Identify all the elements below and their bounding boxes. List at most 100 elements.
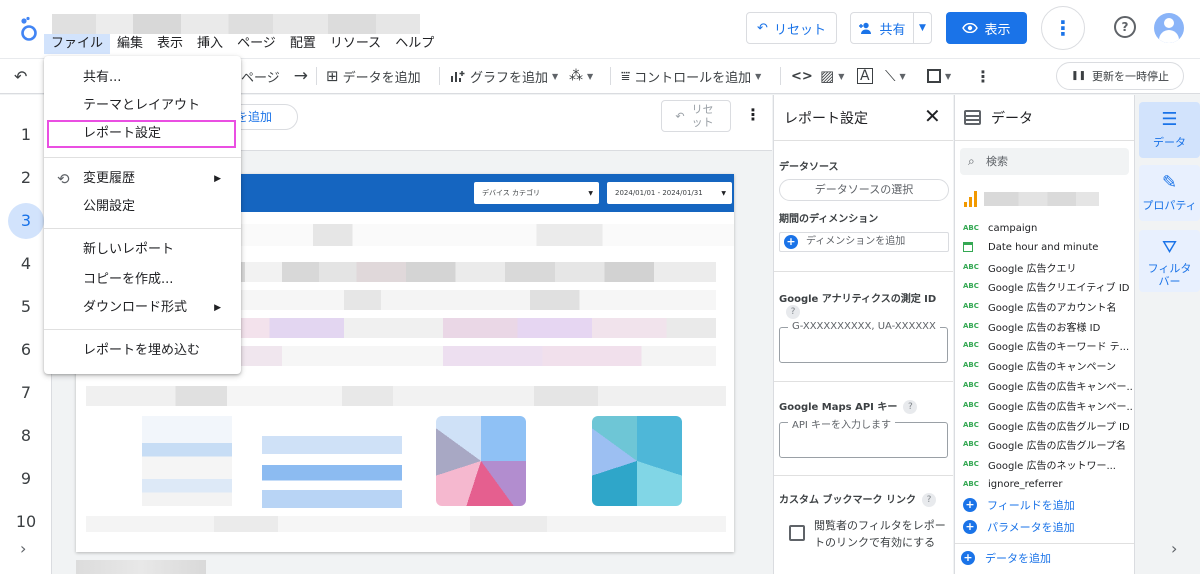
help-button[interactable]: ?: [1114, 16, 1136, 38]
bookmark-checkbox[interactable]: [789, 525, 805, 541]
menu-help[interactable]: ヘルプ: [388, 34, 441, 54]
tab-filter-bar[interactable]: ⛛ フィルタバー: [1139, 230, 1200, 292]
add-control-button[interactable]: ⩸ コントロールを追加 ▼: [621, 59, 761, 93]
menu-page[interactable]: ページ: [230, 34, 283, 54]
add-control-label: コントロールを追加: [634, 70, 752, 86]
menu-view[interactable]: 表示: [150, 34, 190, 54]
page-item-1[interactable]: 1: [8, 117, 44, 153]
page-item-8[interactable]: 8: [8, 418, 44, 454]
insert-line-button[interactable]: ⟍ ▼: [885, 59, 906, 93]
report-title-redacted[interactable]: [52, 14, 420, 34]
device-category-filter[interactable]: デバイス カテゴリ ▼: [474, 182, 599, 204]
field-search-input[interactable]: ⌕ 検索: [960, 148, 1129, 175]
field-item[interactable]: Date hour and minute: [963, 238, 1133, 256]
community-viz-button[interactable]: ⁂ ▼: [569, 59, 593, 93]
field-item[interactable]: ABC Google 広告の広告キャンペー...: [963, 396, 1133, 414]
add-circle-icon: +: [961, 551, 975, 565]
insert-text-button[interactable]: A: [857, 59, 873, 93]
maps-api-key-input[interactable]: API キーを入力します: [779, 416, 948, 458]
field-item[interactable]: ABC Google 広告クエリ: [963, 258, 1133, 276]
device-category-label: デバイス カテゴリ: [482, 189, 541, 197]
share-button[interactable]: 共有: [851, 13, 913, 43]
page-item-5[interactable]: 5: [8, 289, 44, 325]
menu-item-version-history[interactable]: ⟲ 変更履歴 ▶: [44, 165, 241, 193]
add-field-button[interactable]: + フィールドを追加: [963, 496, 1075, 514]
field-item[interactable]: ABC Google 広告クリエイティブ ID: [963, 277, 1133, 295]
ga-measurement-id-input[interactable]: G-XXXXXXXXXX, UA-XXXXXX: [779, 321, 948, 363]
field-item[interactable]: ABC Google 広告のキャンペーン: [963, 356, 1133, 374]
toolbar-more-button[interactable]: ⋮: [975, 59, 991, 93]
page-item-9[interactable]: 9: [8, 461, 44, 497]
page-item-4[interactable]: 4: [8, 246, 44, 282]
date-range-control[interactable]: 2024/01/01 - 2024/01/31 ▼: [607, 182, 732, 204]
help-icon[interactable]: ?: [921, 493, 936, 507]
insert-shape-button[interactable]: ▼: [927, 59, 951, 93]
tab-data[interactable]: ☰ データ: [1139, 102, 1200, 158]
looker-studio-logo[interactable]: [18, 16, 40, 42]
field-item[interactable]: ABC Google 広告のネットワー...: [963, 455, 1133, 473]
add-data-button[interactable]: ⊞ データを追加: [326, 59, 421, 93]
menu-arrange[interactable]: 配置: [283, 34, 323, 54]
text-type-icon: ABC: [963, 361, 979, 369]
reset-button[interactable]: ↶ リセット: [746, 12, 837, 44]
select-data-source-button[interactable]: データソースの選択: [779, 179, 949, 201]
menu-item-new-report[interactable]: 新しいレポート: [44, 236, 241, 264]
field-item[interactable]: ABC Google 広告のキーワード テ...: [963, 336, 1133, 354]
page-item-10[interactable]: 10: [8, 504, 44, 540]
canvas-more-button[interactable]: ⋮: [745, 105, 761, 124]
add-circle-icon: +: [963, 520, 977, 534]
help-icon[interactable]: ?: [903, 400, 918, 414]
menu-item-theme-layout[interactable]: テーマとレイアウト: [44, 92, 241, 120]
menu-item-download-format[interactable]: ダウンロード形式 ▶: [44, 294, 241, 322]
add-parameter-button[interactable]: + パラメータを追加: [963, 518, 1075, 536]
control-icon: ⩸: [621, 67, 631, 85]
field-item[interactable]: ABC ignore_referrer: [963, 475, 1133, 493]
view-button[interactable]: 表示: [946, 12, 1027, 44]
field-item[interactable]: ABC Google 広告の広告グループ名: [963, 435, 1133, 453]
text-type-icon: ABC: [963, 460, 979, 468]
add-data-button[interactable]: + データを追加: [961, 549, 1051, 567]
undo-button[interactable]: ↶: [14, 59, 27, 93]
embed-code-button[interactable]: <>: [791, 59, 813, 93]
field-item[interactable]: ABC Google 広告の広告キャンペー...: [963, 376, 1133, 394]
account-avatar[interactable]: [1154, 13, 1184, 43]
more-options-button[interactable]: ⋮: [1041, 6, 1085, 50]
add-chart-button[interactable]: グラフを追加 ▼: [450, 59, 558, 93]
table-icon: [964, 110, 981, 125]
field-item[interactable]: ABC Google 広告の広告グループ ID: [963, 416, 1133, 434]
redacted-canvas-footer: [76, 560, 206, 574]
menu-item-share[interactable]: 共有...: [44, 64, 241, 92]
close-panel-button[interactable]: ✕: [924, 104, 941, 128]
text-type-icon: ABC: [963, 381, 979, 389]
menu-item-make-copy[interactable]: コピーを作成...: [44, 266, 241, 294]
text-type-icon: ABC: [963, 341, 979, 349]
canvas-reset-button[interactable]: ↶ リセット: [661, 100, 731, 132]
menu-edit[interactable]: 編集: [110, 34, 150, 54]
tab-properties[interactable]: ✎ プロパティ: [1139, 165, 1200, 221]
page-item-2[interactable]: 2: [8, 160, 44, 196]
pause-updates-button[interactable]: ❚❚ 更新を一時停止: [1056, 62, 1184, 90]
field-item[interactable]: ABC campaign: [963, 219, 1133, 237]
expand-rail-button[interactable]: ›: [20, 539, 26, 558]
filter-icon: ⛛: [1161, 237, 1178, 258]
page-nav[interactable]: ページ →: [241, 59, 308, 93]
add-dimension-field[interactable]: + ディメンションを追加: [779, 232, 949, 252]
data-source-row[interactable]: [964, 191, 1124, 207]
share-dropdown-button[interactable]: ▼: [913, 13, 931, 43]
menu-insert[interactable]: 挿入: [190, 34, 230, 54]
menu-item-publish-settings[interactable]: 公開設定: [44, 193, 241, 221]
menu-file[interactable]: ファイル: [44, 34, 111, 54]
menu-item-report-settings[interactable]: レポート設定: [47, 120, 236, 148]
menu-item-embed-report[interactable]: レポートを埋め込む: [44, 337, 241, 365]
add-person-icon: [859, 22, 872, 34]
menu-resource[interactable]: リソース: [323, 34, 388, 54]
page-item-3[interactable]: 3: [8, 203, 44, 239]
page-item-6[interactable]: 6: [8, 332, 44, 368]
bookmark-checkbox-label: 閲覧者のフィルタをレポートのリンクで有効にする: [814, 519, 946, 549]
insert-image-button[interactable]: ▨ ▼: [820, 59, 844, 93]
page-item-7[interactable]: 7: [8, 375, 44, 411]
field-item[interactable]: ABC Google 広告のお客様 ID: [963, 317, 1133, 335]
help-icon[interactable]: ?: [786, 305, 800, 319]
field-item[interactable]: ABC Google 広告のアカウント名: [963, 297, 1133, 315]
expand-rail-button[interactable]: ›: [1171, 539, 1177, 558]
